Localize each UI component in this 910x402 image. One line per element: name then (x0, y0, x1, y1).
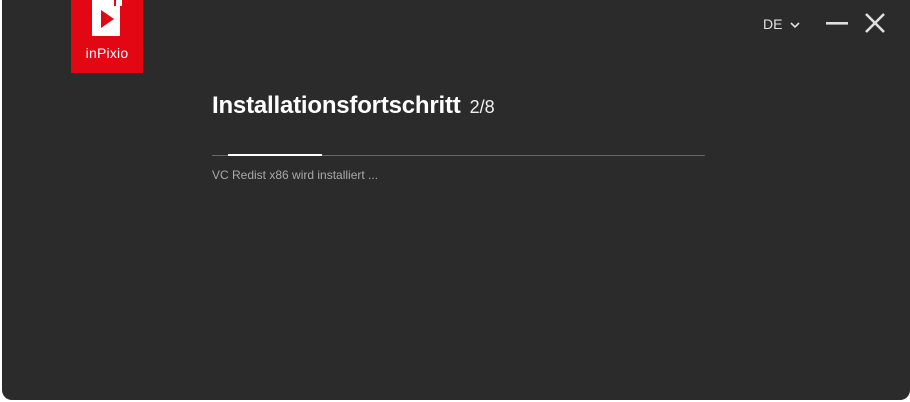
minimize-button[interactable] (825, 12, 849, 36)
chevron-down-icon (790, 16, 801, 32)
play-document-icon (92, 0, 122, 36)
progress-fill (228, 154, 322, 156)
inpixio-logo: inPixio (71, 0, 143, 73)
status-text: VC Redist x86 wird installiert ... (212, 168, 379, 182)
page-title: Installationsfortschritt 2/8 (212, 92, 495, 120)
page-title-text: Installationsfortschritt (212, 92, 461, 119)
close-icon (865, 13, 885, 33)
minimize-icon (826, 22, 848, 25)
progress-bar (212, 154, 705, 156)
language-selector[interactable]: DE (763, 13, 801, 35)
language-label: DE (763, 16, 783, 32)
logo-text: inPixio (85, 45, 129, 61)
step-counter: 2/8 (469, 97, 495, 117)
installer-window: inPixio DE Installationsfortschritt 2/8 … (2, 0, 910, 400)
close-button[interactable] (863, 11, 887, 35)
